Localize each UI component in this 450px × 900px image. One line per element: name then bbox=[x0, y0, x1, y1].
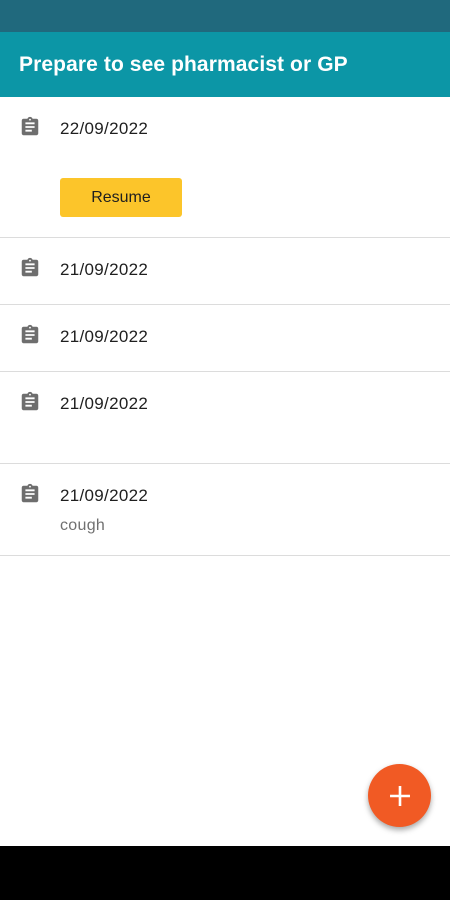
clipboard-icon bbox=[21, 116, 39, 136]
resume-button[interactable]: Resume bbox=[60, 178, 182, 217]
list-item[interactable]: 21/09/2022 bbox=[0, 238, 450, 305]
consultation-list: 22/09/2022 Resume 21/09/2022 21/09/2022 … bbox=[0, 97, 450, 556]
clipboard-icon bbox=[21, 324, 39, 344]
list-item[interactable]: 21/09/2022 cough bbox=[0, 464, 450, 556]
list-item[interactable]: 22/09/2022 Resume bbox=[0, 97, 450, 238]
consultation-date: 21/09/2022 bbox=[60, 486, 149, 505]
consultation-date: 21/09/2022 bbox=[60, 394, 149, 413]
app-bar: Prepare to see pharmacist or GP bbox=[0, 32, 450, 97]
list-item[interactable]: 21/09/2022 bbox=[0, 372, 450, 464]
consultation-date: 22/09/2022 bbox=[60, 119, 149, 138]
navigation-bar bbox=[0, 846, 450, 900]
consultation-date: 21/09/2022 bbox=[60, 327, 149, 346]
clipboard-icon bbox=[21, 257, 39, 277]
list-item[interactable]: 21/09/2022 bbox=[0, 305, 450, 372]
clipboard-icon bbox=[21, 391, 39, 411]
consultation-note: cough bbox=[60, 517, 106, 534]
clipboard-icon bbox=[21, 483, 39, 503]
status-bar bbox=[0, 0, 450, 32]
plus-icon bbox=[389, 785, 410, 806]
consultation-date: 21/09/2022 bbox=[60, 260, 149, 279]
page-title: Prepare to see pharmacist or GP bbox=[19, 52, 348, 76]
add-consultation-button[interactable] bbox=[368, 764, 431, 827]
